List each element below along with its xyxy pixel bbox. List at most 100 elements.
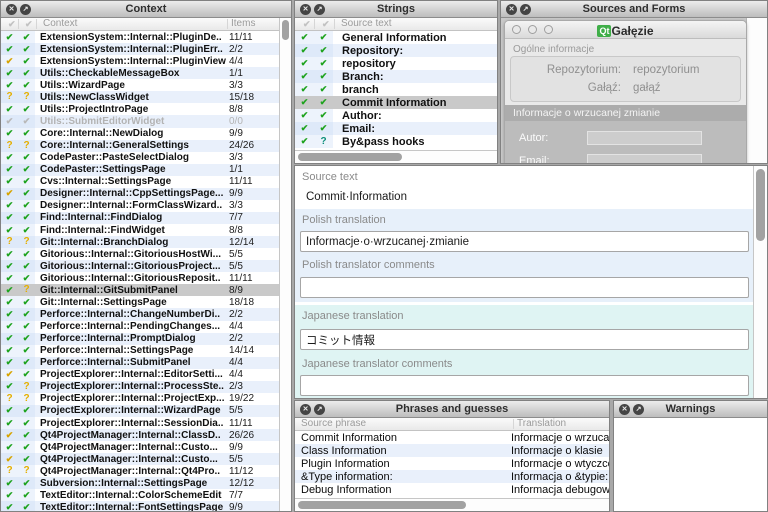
context-row[interactable]: ??Utils::NewClassWidget15/18 [1,91,279,103]
context-row[interactable]: ✔✔Perforce::Internal::SubmitPanel4/4 [1,357,279,369]
translation-column-label: Translation [517,418,566,430]
scrollbar-thumb[interactable] [756,169,765,241]
context-row[interactable]: ✔?ProjectExplorer::Internal::ProcessSte.… [1,381,279,393]
source-text: By&pass hooks [333,136,497,148]
string-row[interactable]: ✔✔repository [295,57,497,70]
status-cell: ✔ [18,212,35,224]
context-row[interactable]: ??ProjectExplorer::Internal::ProjectExp.… [1,393,279,405]
context-row[interactable]: ✔✔ProjectExplorer::Internal::SessionDia.… [1,417,279,429]
context-row[interactable]: ✔✔ProjectExplorer::Internal::EditorSetti… [1,369,279,381]
context-row[interactable]: ✔✔Gitorious::Internal::GitoriousProject.… [1,260,279,272]
string-row[interactable]: ✔✔General Information [295,31,497,44]
context-row[interactable]: ✔✔Qt4ProjectManager::Internal::ClassD..2… [1,429,279,441]
context-row[interactable]: ??Core::Internal::GeneralSettings24/26 [1,140,279,152]
float-icon[interactable]: ↗ [314,404,325,415]
scrollbar-thumb[interactable] [298,501,466,509]
status-cell: ✔ [1,477,18,489]
string-row[interactable]: ✔✔Commit Information [295,96,497,109]
context-row[interactable]: ✔✔Core::Internal::NewDialog9/9 [1,128,279,140]
context-row[interactable]: ✔✔Cvs::Internal::SettingsPage11/11 [1,176,279,188]
branch-value: gałąź [621,82,661,94]
context-items-count: 2/3 [229,381,279,392]
scrollbar-thumb[interactable] [298,153,402,161]
close-icon[interactable]: ✕ [300,404,311,415]
strings-column-header[interactable]: ✔ ✔ Source text [295,18,497,31]
context-row[interactable]: ✔✔TextEditor::Internal::FontSettingsPage… [1,501,279,511]
polish-translation-input[interactable] [300,231,749,252]
context-row[interactable]: ✔✔Utils::CheckableMessageBox1/1 [1,67,279,79]
close-icon[interactable]: ✕ [300,4,311,15]
email-field[interactable] [587,154,702,164]
context-row[interactable]: ✔✔Designer::Internal::FormClassWizard..3… [1,200,279,212]
context-row[interactable]: ??Git::Internal::BranchDialog12/14 [1,236,279,248]
context-row[interactable]: ✔✔Gitorious::Internal::GitoriousReposit.… [1,272,279,284]
context-column-header[interactable]: ✔ ✔ Context Items [1,18,291,31]
context-row[interactable]: ✔✔Perforce::Internal::SettingsPage14/14 [1,345,279,357]
context-row[interactable]: ✔✔Find::Internal::FindWidget8/8 [1,224,279,236]
phrase-row[interactable]: Class InformationInformacje o klasie [295,444,609,457]
context-row[interactable]: ✔✔Git::Internal::SettingsPage18/18 [1,296,279,308]
context-row[interactable]: ✔✔Qt4ProjectManager::Internal::Custo...5… [1,453,279,465]
context-row[interactable]: ✔✔Subversion::Internal::SettingsPage12/1… [1,477,279,489]
context-row[interactable]: ✔✔Perforce::Internal::PromptDialog2/2 [1,333,279,345]
context-row[interactable]: ✔✔TextEditor::Internal::ColorSchemeEdit7… [1,489,279,501]
phrases-column-header[interactable]: Source phrase Translation [295,418,609,431]
context-row[interactable]: ??Qt4ProjectManager::Internal::Qt4Pro..1… [1,465,279,477]
phrase-row[interactable]: &Type information:Informacja o &typie: [295,470,609,483]
scrollbar-thumb[interactable] [282,20,289,40]
editor-scrollbar[interactable] [753,166,767,398]
context-row[interactable]: ✔✔Qt4ProjectManager::Internal::Custo...9… [1,441,279,453]
polish-section: Polish translation Polish translator com… [295,209,753,302]
context-row[interactable]: ✔✔Perforce::Internal::ChangeNumberDi..2/… [1,308,279,320]
float-icon[interactable]: ↗ [633,404,644,415]
phrase-row[interactable]: Plugin InformationInformacje o wtyczce [295,457,609,470]
phrase-row[interactable]: Commit InformationInformacje o wrzucanej… [295,431,609,444]
string-row[interactable]: ✔✔Repository: [295,44,497,57]
close-icon[interactable]: ✕ [619,404,630,415]
sources-scrollbar-track[interactable] [746,18,767,163]
phrases-scrollbar[interactable] [295,498,609,511]
check-green-icon: ✔ [6,334,14,343]
context-row[interactable]: ✔✔Utils::SubmitEditorWidget0/0 [1,115,279,127]
string-row[interactable]: ✔?By&pass hooks [295,135,497,148]
context-scrollbar[interactable] [279,18,291,511]
float-icon[interactable]: ↗ [314,4,325,15]
context-name: Qt4ProjectManager::Internal::Custo... [35,454,229,465]
strings-scrollbar[interactable] [295,150,497,163]
status-cell: ✔ [1,284,18,296]
check-gray-icon: ✔ [6,117,14,126]
context-name: Utils::CheckableMessageBox [35,68,229,79]
context-items-count: 24/26 [229,140,279,151]
string-row[interactable]: ✔✔Author: [295,109,497,122]
context-row[interactable]: ✔✔ExtensionSystem::Internal::PluginDe..1… [1,31,279,43]
context-row[interactable]: ✔✔Find::Internal::FindDialog7/7 [1,212,279,224]
context-row[interactable]: ✔✔ProjectExplorer::Internal::WizardPage5… [1,405,279,417]
string-row[interactable]: ✔✔Email: [295,122,497,135]
context-row[interactable]: ✔✔ExtensionSystem::Internal::PluginErr..… [1,43,279,55]
polish-comments-input[interactable] [300,277,749,298]
context-row[interactable]: ✔✔CodePaster::SettingsPage1/1 [1,164,279,176]
context-row[interactable]: ✔?Git::Internal::GitSubmitPanel8/9 [1,284,279,296]
status-cell: ✔ [314,83,333,96]
close-icon[interactable]: ✕ [6,4,17,15]
context-row[interactable]: ✔✔Gitorious::Internal::GitoriousHostWi..… [1,248,279,260]
context-row[interactable]: ✔✔Perforce::Internal::PendingChanges...4… [1,321,279,333]
author-field[interactable] [587,131,702,145]
check-green-icon: ✔ [320,72,328,81]
string-row[interactable]: ✔✔branch [295,83,497,96]
phrase-row[interactable]: Debug InformationInformacja debugowania [295,483,609,496]
close-icon[interactable]: ✕ [506,4,517,15]
context-row[interactable]: ✔✔Utils::WizardPage3/3 [1,79,279,91]
context-row[interactable]: ✔✔ExtensionSystem::Internal::PluginView4… [1,55,279,67]
string-row[interactable]: ✔✔Branch: [295,70,497,83]
status-cell: ✔ [18,200,35,212]
context-row[interactable]: ✔✔CodePaster::PasteSelectDialog3/3 [1,152,279,164]
status-cell: ✔ [18,321,35,333]
status-cell: ? [18,381,35,393]
japanese-translation-input[interactable] [300,329,749,350]
context-row[interactable]: ✔✔Utils::ProjectIntroPage8/8 [1,103,279,115]
float-icon[interactable]: ↗ [520,4,531,15]
context-row[interactable]: ✔✔Designer::Internal::CppSettingsPage...… [1,188,279,200]
float-icon[interactable]: ↗ [20,4,31,15]
japanese-comments-input[interactable] [300,375,749,396]
